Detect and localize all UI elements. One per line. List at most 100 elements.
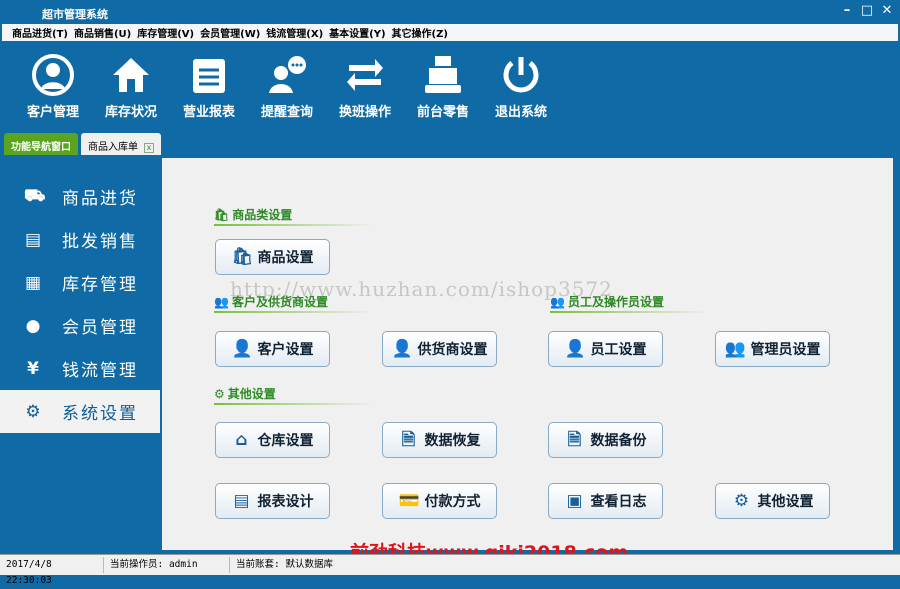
bag-icon: 🛍 xyxy=(214,207,230,222)
user-icon: ● xyxy=(25,315,43,336)
menu-cashflow[interactable]: 钱流管理(X) xyxy=(266,25,323,40)
supplier-settings-button[interactable]: 👤 供货商设置 xyxy=(382,331,497,367)
bag-gear-icon: 🛍 xyxy=(231,247,254,267)
toolbar-retail-button[interactable]: 前台零售 xyxy=(404,41,482,129)
section-goods: 🛍 商品类设置 xyxy=(214,206,374,226)
sidebar-label: 会员管理 xyxy=(62,318,138,338)
sidebar: ⛟ 商品进货 ▤ 批发销售 ▦ 库存管理 ● 会员管理 ¥ 钱流管理 ⚙ 系统设置 xyxy=(0,158,160,550)
sidebar-item-cashflow[interactable]: ¥ 钱流管理 xyxy=(0,347,160,390)
sidebar-item-goods-purchase[interactable]: ⛟ 商品进货 xyxy=(0,175,160,218)
toolbar-label: 前台零售 xyxy=(416,105,469,120)
house-icon xyxy=(113,58,149,92)
menu-other[interactable]: 其它操作(Z) xyxy=(392,25,448,40)
button-label: 数据备份 xyxy=(590,433,647,449)
sidebar-label: 钱流管理 xyxy=(62,361,138,381)
notepad-icon xyxy=(193,59,225,93)
card-icon: 💳 xyxy=(398,491,420,511)
menu-goods-purchase[interactable]: 商品进货(T) xyxy=(12,25,68,40)
other-settings-button[interactable]: ⚙ 其他设置 xyxy=(715,483,830,519)
basket-icon: ⛟ xyxy=(24,185,48,206)
cash-register-icon xyxy=(425,56,461,93)
button-label: 数据恢复 xyxy=(424,433,481,449)
gear-icon: ⚙ xyxy=(733,491,750,511)
maximize-button[interactable]: □ xyxy=(858,3,876,18)
button-label: 报表设计 xyxy=(257,494,314,510)
admin-settings-button[interactable]: 👥 管理员设置 xyxy=(715,331,830,367)
users-icon: 👥 xyxy=(724,339,746,359)
power-icon xyxy=(503,57,539,93)
users-icon: 👥 xyxy=(214,294,229,309)
toolbar-label: 营业报表 xyxy=(182,105,235,120)
toolbar-label: 换班操作 xyxy=(338,105,391,120)
document-backup-icon: 🗎 xyxy=(567,430,582,450)
title-bar: 超市管理系统 – □ ✕ xyxy=(0,0,900,24)
section-title: 其他设置 xyxy=(227,387,276,401)
button-label: 供货商设置 xyxy=(417,342,488,358)
toolbar-label: 库存状况 xyxy=(104,105,157,120)
toolbar-label: 客户管理 xyxy=(26,105,79,120)
warehouse-settings-button[interactable]: ⌂ 仓库设置 xyxy=(215,422,330,458)
sidebar-label: 商品进货 xyxy=(62,189,138,209)
swap-arrows-icon xyxy=(347,59,383,91)
settings-panel: 🛍 商品类设置 👥 客户及供货商设置 👥 员工及操作员设置 ⚙ 其他设置 🛍 商品设置 👤… xyxy=(162,158,893,550)
menu-bar: 商品进货(T) 商品销售(U) 库存管理(V) 会员管理(W) 钱流管理(X) … xyxy=(2,24,898,41)
toolbar-inventory-button[interactable]: 库存状况 xyxy=(92,41,170,129)
toolbar-label: 退出系统 xyxy=(494,105,547,120)
tab-close-icon[interactable]: x xyxy=(144,143,154,153)
status-operator: 当前操作员: admin xyxy=(104,557,230,573)
sidebar-item-members[interactable]: ● 会员管理 xyxy=(0,304,160,347)
tab-goods-receipt[interactable]: 商品入库单 x xyxy=(81,133,161,155)
report-design-button[interactable]: ▤ 报表设计 xyxy=(215,483,330,519)
toolbar: 客户管理 库存状况 营业报表 提醒查询 换班操作 前台零售 退出系统 xyxy=(0,41,900,129)
user-chat-icon xyxy=(269,56,306,93)
sidebar-label: 系统设置 xyxy=(62,404,138,424)
sidebar-item-wholesale[interactable]: ▤ 批发销售 xyxy=(0,218,160,261)
sidebar-label: 批发销售 xyxy=(62,232,138,252)
document-restore-icon: 🗎 xyxy=(401,430,416,450)
menu-goods-sales[interactable]: 商品销售(U) xyxy=(74,25,131,40)
menu-members[interactable]: 会员管理(W) xyxy=(200,25,260,40)
user-gear-icon: 👤 xyxy=(391,339,413,359)
grid-icon: ▦ xyxy=(24,272,44,293)
sidebar-label: 库存管理 xyxy=(62,275,138,295)
house-icon: ⌂ xyxy=(235,430,248,450)
button-label: 仓库设置 xyxy=(257,433,314,449)
button-label: 其他设置 xyxy=(757,494,814,510)
report-icon: ▤ xyxy=(233,491,250,511)
menu-inventory[interactable]: 库存管理(V) xyxy=(137,25,194,40)
close-button[interactable]: ✕ xyxy=(878,3,896,18)
status-bar: 2017/4/8 22:30:03 当前操作员: admin 当前账套: 默认数… xyxy=(0,554,900,586)
toolbar-label: 提醒查询 xyxy=(260,105,313,120)
toolbar-report-button[interactable]: 营业报表 xyxy=(170,41,248,129)
toolbar-shift-button[interactable]: 换班操作 xyxy=(326,41,404,129)
button-label: 商品设置 xyxy=(257,250,314,266)
payment-method-button[interactable]: 💳 付款方式 xyxy=(382,483,497,519)
sidebar-item-system-settings[interactable]: ⚙ 系统设置 xyxy=(0,390,160,433)
sidebar-item-inventory[interactable]: ▦ 库存管理 xyxy=(0,261,160,304)
status-datetime: 2017/4/8 22:30:03 xyxy=(0,557,104,586)
minimize-button[interactable]: – xyxy=(838,3,856,18)
tab-navigation[interactable]: 功能导航窗口 xyxy=(4,133,78,155)
view-log-button[interactable]: ▣ 查看日志 xyxy=(548,483,663,519)
toolbar-exit-button[interactable]: 退出系统 xyxy=(482,41,560,129)
tab-bar: 功能导航窗口 商品入库单 x xyxy=(4,133,161,155)
button-label: 付款方式 xyxy=(424,494,481,510)
invoice-icon: ▤ xyxy=(24,229,44,250)
toolbar-reminder-button[interactable]: 提醒查询 xyxy=(248,41,326,129)
tab-label: 商品入库单 xyxy=(88,142,138,153)
customer-settings-button[interactable]: 👤 客户设置 xyxy=(215,331,330,367)
button-label: 查看日志 xyxy=(590,494,647,510)
data-restore-button[interactable]: 🗎 数据恢复 xyxy=(382,422,497,458)
toolbar-customer-button[interactable]: 客户管理 xyxy=(14,41,92,129)
gear-icon: ⚙ xyxy=(25,401,43,422)
button-label: 客户设置 xyxy=(257,342,314,358)
window-title: 超市管理系统 xyxy=(42,8,108,21)
log-icon: ▣ xyxy=(566,491,583,511)
data-backup-button[interactable]: 🗎 数据备份 xyxy=(548,422,663,458)
button-label: 管理员设置 xyxy=(750,342,821,358)
goods-settings-button[interactable]: 🛍 商品设置 xyxy=(215,239,330,275)
employee-settings-button[interactable]: 👤 员工设置 xyxy=(548,331,663,367)
menu-basic-settings[interactable]: 基本设置(Y) xyxy=(329,25,385,40)
yen-icon: ¥ xyxy=(27,358,41,379)
status-account: 当前账套: 默认数据库 xyxy=(236,559,333,570)
